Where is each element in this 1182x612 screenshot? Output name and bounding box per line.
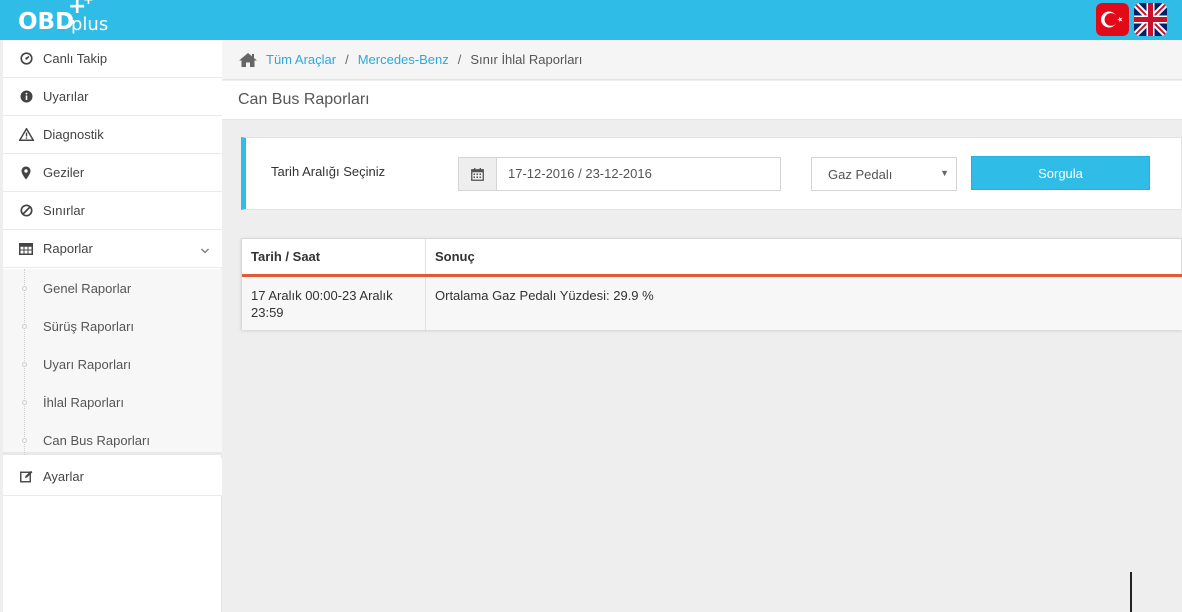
sidebar-item-ayarlar[interactable]: Ayarlar	[3, 458, 222, 496]
filter-panel: Tarih Aralığı Seçiniz 17-12-2016 / 23-12…	[241, 137, 1182, 210]
tree-dot-icon	[22, 323, 27, 329]
submenu-item-ihlal-raporlari[interactable]: İhlal Raporları	[3, 383, 222, 421]
turkish-flag-icon[interactable]	[1096, 3, 1129, 36]
logo-suffix: plus	[71, 14, 109, 35]
submenu-item-uyari-raporlari[interactable]: Uyarı Raporları	[3, 345, 222, 383]
raporlar-submenu: Genel Raporlar Sürüş Raporları Uyarı Rap…	[3, 269, 222, 455]
info-circle-icon	[18, 89, 34, 105]
sidebar-item-label: Raporlar	[43, 241, 93, 256]
warning-triangle-icon	[18, 127, 34, 143]
sidebar-item-raporlar[interactable]: Raporlar	[3, 230, 222, 268]
sidebar-item-diagnostik[interactable]: Diagnostik	[3, 116, 222, 154]
breadcrumb-link-all-vehicles[interactable]: Tüm Araçlar	[266, 52, 336, 67]
date-range-input[interactable]: 17-12-2016 / 23-12-2016	[458, 157, 781, 191]
breadcrumb-separator: /	[345, 52, 349, 67]
logo-text: OBD	[18, 9, 75, 35]
sidebar-item-sinirlar[interactable]: Sınırlar	[3, 192, 222, 230]
chevron-down-icon	[200, 243, 210, 258]
home-icon[interactable]	[238, 52, 258, 68]
table-icon	[18, 241, 34, 257]
sidebar-item-label: Diagnostik	[43, 127, 104, 142]
uk-flag-icon[interactable]	[1134, 3, 1167, 36]
sidebar-item-uyarilar[interactable]: Uyarılar	[3, 78, 222, 116]
sidebar-item-label: Ayarlar	[43, 469, 84, 484]
submenu-item-label: Sürüş Raporları	[43, 318, 135, 334]
dashboard-icon	[18, 51, 34, 67]
submenu-item-can-bus-raporlari[interactable]: Can Bus Raporları	[3, 421, 222, 459]
page-header: Can Bus Raporları	[222, 81, 1182, 120]
results-table: Tarih / Saat Sonuç 17 Aralık 00:00-23 Ar…	[241, 238, 1182, 330]
sidebar-item-label: Geziler	[43, 165, 85, 180]
table-header-result[interactable]: Sonuç	[426, 239, 1182, 275]
breadcrumb-current: Sınır İhlal Raporları	[470, 52, 583, 67]
submenu-item-label: İhlal Raporları	[43, 394, 124, 410]
sorgula-button[interactable]: Sorgula	[971, 156, 1150, 190]
sidebar-item-label: Canlı Takip	[43, 51, 108, 66]
submenu-item-label: Can Bus Raporları	[43, 432, 150, 448]
date-range-value: 17-12-2016 / 23-12-2016	[508, 166, 652, 181]
sidebar-item-label: Sınırlar	[43, 203, 85, 218]
cursor-text-caret	[1130, 572, 1132, 612]
report-type-select[interactable]: Gaz Pedalı ▼	[811, 157, 957, 191]
sidebar-item-label: Uyarılar	[43, 89, 89, 104]
sidebar-item-geziler[interactable]: Geziler	[3, 154, 222, 192]
submenu-item-genel-raporlar[interactable]: Genel Raporlar	[3, 269, 222, 307]
calendar-icon[interactable]	[459, 158, 497, 190]
page-title: Can Bus Raporları	[238, 91, 370, 108]
breadcrumb: Tüm Araçlar / Mercedes-Benz / Sınır İhla…	[222, 40, 1182, 80]
report-type-select-value: Gaz Pedalı	[828, 167, 893, 182]
ban-icon	[18, 203, 34, 219]
sidebar: Canlı Takip Uyarılar Diagnostik Geziler …	[3, 40, 222, 612]
submenu-item-label: Uyarı Raporları	[43, 356, 132, 372]
edit-icon	[18, 469, 34, 485]
sidebar-item-canli-takip[interactable]: Canlı Takip	[3, 40, 222, 78]
table-header-date[interactable]: Tarih / Saat	[242, 239, 426, 275]
tree-dot-icon	[22, 361, 27, 367]
tree-dot-icon	[22, 399, 27, 405]
map-marker-icon	[18, 165, 34, 181]
top-navbar: OBD + + plus	[0, 0, 1182, 40]
table-cell-date: 17 Aralık 00:00-23 Aralık 23:59	[242, 277, 426, 330]
breadcrumb-link-vehicle[interactable]: Mercedes-Benz	[358, 52, 449, 67]
breadcrumb-separator: /	[457, 52, 462, 67]
submenu-item-surus-raporlari[interactable]: Sürüş Raporları	[3, 307, 222, 345]
tree-dot-icon	[22, 437, 27, 443]
table-cell-result: Ortalama Gaz Pedalı Yüzdesi: 29.9 %	[426, 277, 1182, 330]
logo-plus-mark-small: +	[83, 0, 94, 8]
submenu-item-label: Genel Raporlar	[43, 280, 132, 296]
tree-dot-icon	[22, 285, 27, 291]
date-range-label: Tarih Aralığı Seçiniz	[271, 164, 386, 179]
select-arrow-icon: ▼	[940, 168, 949, 178]
